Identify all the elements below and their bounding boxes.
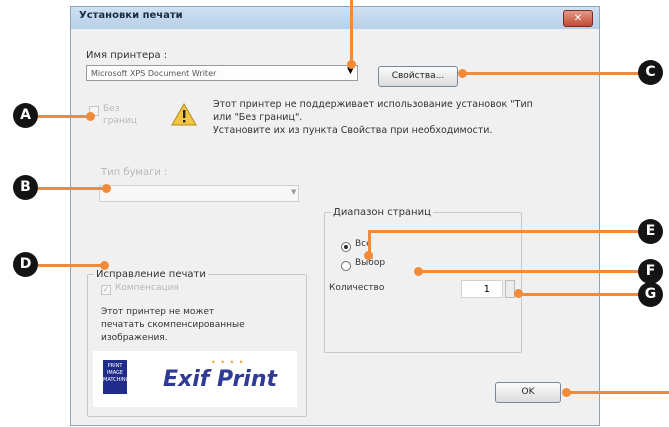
callout-dot-c [458,69,467,78]
callout-dot-g [514,289,523,298]
callout-line-a [38,115,90,118]
callout-badge-c: C [638,60,663,85]
callout-dot-ok [562,388,571,397]
exif-print-logo: PRINT IMAGE MATCHING • • • • Exif Print [93,351,297,407]
properties-button[interactable]: Свойства... [378,66,458,87]
callout-line-ok [566,391,669,394]
exif-print-text: Exif Print [163,367,278,392]
callout-line-d [38,264,104,267]
callout-dot-d [100,261,109,270]
callout-line-f [418,270,640,273]
callout-dot-e [364,251,373,260]
callout-badge-b: B [13,175,38,200]
callout-dot-top [347,60,356,69]
callout-line-b [38,187,106,190]
compensation-note: Этот принтер не может печатать скомпенси… [101,307,245,343]
print-correction-legend: Исправление печати [96,269,206,280]
warning-message: Этот принтер не поддерживает использован… [213,99,533,136]
title-bar: Установки печати ✕ [71,7,599,29]
dialog-title: Установки печати [79,10,183,21]
exif-dots-decoration: • • • • [211,358,245,367]
printer-select[interactable]: Microsoft XPS Document Writer [86,65,358,81]
borderless-label: Без границ [103,104,137,126]
radio-selection[interactable] [341,261,351,271]
callout-line-top [350,0,353,64]
callout-dot-b [102,184,111,193]
page-range-legend: Диапазон страниц [333,207,431,218]
close-button[interactable]: ✕ [563,10,593,27]
radio-all[interactable] [341,242,351,252]
callout-badge-e: E [638,219,663,244]
chevron-down-icon: ▼ [291,188,297,196]
callout-badge-d: D [13,252,38,277]
callout-dot-a [86,112,95,121]
callout-badge-a: A [13,103,38,128]
quantity-label: Количество [329,283,385,293]
paper-type-label: Тип бумаги : [101,167,168,178]
ok-button[interactable]: OK [495,382,561,403]
compensation-label: Компенсация [115,283,179,293]
pim-logo-icon: PRINT IMAGE MATCHING [103,360,129,394]
callout-dot-f [414,267,423,276]
compensation-checkbox[interactable]: ✓ [101,285,111,295]
print-settings-dialog: Установки печати ✕ Имя принтера : Micros… [70,6,600,426]
close-icon: ✕ [573,13,583,24]
quantity-input[interactable]: 1 [461,280,503,298]
callout-badge-f: F [638,259,663,284]
callout-line-c [462,72,640,75]
printer-name-label: Имя принтера : [86,50,168,61]
callout-badge-g: G [638,282,663,307]
callout-line-g [520,293,640,296]
callout-line-e [368,230,640,233]
warning-icon [171,103,197,126]
paper-type-select[interactable] [99,185,299,202]
